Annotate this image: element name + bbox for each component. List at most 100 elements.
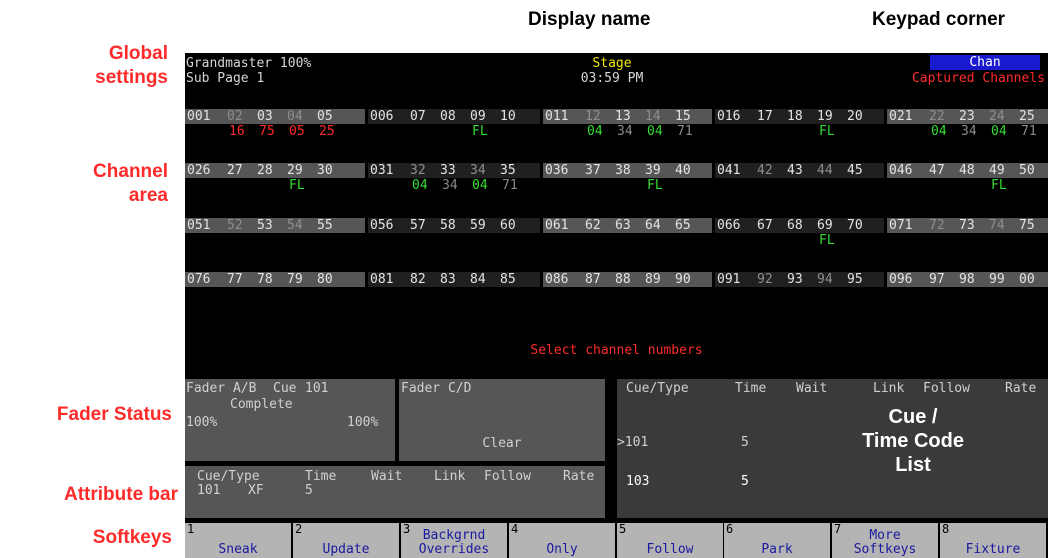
channel-number[interactable]: 42 (757, 163, 773, 178)
channel-number[interactable]: 84 (470, 272, 486, 287)
channel-number[interactable]: 54 (287, 218, 303, 233)
channel-number[interactable]: 25 (1019, 109, 1035, 124)
channel-number[interactable]: 12 (585, 109, 601, 124)
channel-number[interactable]: 88 (615, 272, 631, 287)
channel-number[interactable]: 72 (929, 218, 945, 233)
channel-number[interactable]: 60 (500, 218, 516, 233)
channel-number[interactable]: 17 (757, 109, 773, 124)
channel-number[interactable]: 93 (787, 272, 803, 287)
softkey-6[interactable]: 6 Park (724, 523, 832, 558)
channel-number[interactable]: 69 (817, 218, 833, 233)
channel-number[interactable]: 021 (889, 109, 912, 124)
channel-number[interactable]: 53 (257, 218, 273, 233)
softkey-8[interactable]: 8 Fixture (940, 523, 1048, 558)
channel-number[interactable]: 07 (410, 109, 426, 124)
channel-number[interactable]: 57 (410, 218, 426, 233)
channel-number[interactable]: 90 (675, 272, 691, 287)
channel-number[interactable]: 096 (889, 272, 912, 287)
channel-number[interactable]: 80 (317, 272, 333, 287)
channel-number[interactable]: 67 (757, 218, 773, 233)
channel-number[interactable]: 32 (410, 163, 426, 178)
channel-number[interactable]: 13 (615, 109, 631, 124)
channel-number[interactable]: 15 (675, 109, 691, 124)
channel-number[interactable]: 47 (929, 163, 945, 178)
channel-number[interactable]: 68 (787, 218, 803, 233)
channel-number[interactable]: 83 (440, 272, 456, 287)
channel-number[interactable]: 94 (817, 272, 833, 287)
channel-number[interactable]: 52 (227, 218, 243, 233)
channel-number[interactable]: 55 (317, 218, 333, 233)
channel-number[interactable]: 09 (470, 109, 486, 124)
channel-number[interactable]: 10 (500, 109, 516, 124)
channel-number[interactable]: 061 (545, 218, 568, 233)
fader-cd-panel[interactable]: Fader C/D Clear (399, 379, 605, 461)
cue-list-row-current-cue[interactable]: >101 (617, 435, 648, 450)
channel-number[interactable]: 75 (1019, 218, 1035, 233)
channel-number[interactable]: 38 (615, 163, 631, 178)
channel-number[interactable]: 58 (440, 218, 456, 233)
channel-number[interactable]: 29 (287, 163, 303, 178)
channel-number[interactable]: 031 (370, 163, 393, 178)
channel-number[interactable]: 02 (227, 109, 243, 124)
fader-ab-panel[interactable]: Fader A/B Cue 101 Complete 100% 100% (185, 379, 395, 461)
channel-number[interactable]: 056 (370, 218, 393, 233)
channel-number[interactable]: 95 (847, 272, 863, 287)
softkey-1[interactable]: 1 Sneak (185, 523, 293, 558)
channel-number[interactable]: 40 (675, 163, 691, 178)
channel-number[interactable]: 98 (959, 272, 975, 287)
channel-number[interactable]: 24 (989, 109, 1005, 124)
channel-number[interactable]: 011 (545, 109, 568, 124)
channel-number[interactable]: 99 (989, 272, 1005, 287)
channel-number[interactable]: 79 (287, 272, 303, 287)
channel-number[interactable]: 89 (645, 272, 661, 287)
channel-number[interactable]: 20 (847, 109, 863, 124)
channel-number[interactable]: 08 (440, 109, 456, 124)
channel-number[interactable]: 85 (500, 272, 516, 287)
channel-number[interactable]: 04 (287, 109, 303, 124)
channel-number[interactable]: 62 (585, 218, 601, 233)
softkey-4[interactable]: 4 Only (509, 523, 617, 558)
channel-number[interactable]: 091 (717, 272, 740, 287)
channel-number[interactable]: 041 (717, 163, 740, 178)
attribute-bar[interactable]: Cue/Type Time Wait Link Follow Rate 101 … (185, 466, 605, 518)
channel-number[interactable]: 97 (929, 272, 945, 287)
channel-number[interactable]: 001 (187, 109, 210, 124)
channel-number[interactable]: 006 (370, 109, 393, 124)
softkey-7[interactable]: 7 More Softkeys (832, 523, 940, 558)
channel-number[interactable]: 35 (500, 163, 516, 178)
channel-number[interactable]: 27 (227, 163, 243, 178)
softkey-2[interactable]: 2 Update (293, 523, 401, 558)
channel-number[interactable]: 03 (257, 109, 273, 124)
channel-number[interactable]: 081 (370, 272, 393, 287)
channel-number[interactable]: 65 (675, 218, 691, 233)
channel-number[interactable]: 046 (889, 163, 912, 178)
softkey-3[interactable]: 3 Backgrnd Overrides (401, 523, 509, 558)
channel-number[interactable]: 14 (645, 109, 661, 124)
channel-number[interactable]: 70 (847, 218, 863, 233)
channel-number[interactable]: 051 (187, 218, 210, 233)
channel-number[interactable]: 076 (187, 272, 210, 287)
channel-number[interactable]: 19 (817, 109, 833, 124)
channel-number[interactable]: 23 (959, 109, 975, 124)
channel-number[interactable]: 64 (645, 218, 661, 233)
channel-number[interactable]: 43 (787, 163, 803, 178)
channel-number[interactable]: 22 (929, 109, 945, 124)
channel-number[interactable]: 05 (317, 109, 333, 124)
softkey-5[interactable]: 5 Follow (617, 523, 725, 558)
channel-number[interactable]: 036 (545, 163, 568, 178)
channel-number[interactable]: 92 (757, 272, 773, 287)
channel-number[interactable]: 44 (817, 163, 833, 178)
channel-number[interactable]: 066 (717, 218, 740, 233)
channel-number[interactable]: 33 (440, 163, 456, 178)
channel-number[interactable]: 30 (317, 163, 333, 178)
channel-number[interactable]: 086 (545, 272, 568, 287)
channel-number[interactable]: 59 (470, 218, 486, 233)
channel-number[interactable]: 63 (615, 218, 631, 233)
channel-number[interactable]: 78 (257, 272, 273, 287)
cue-list-row-next-cue[interactable]: 103 (626, 474, 649, 489)
channel-number[interactable]: 071 (889, 218, 912, 233)
channel-number[interactable]: 34 (470, 163, 486, 178)
channel-number[interactable]: 39 (645, 163, 661, 178)
channel-number[interactable]: 00 (1019, 272, 1035, 287)
channel-number[interactable]: 82 (410, 272, 426, 287)
